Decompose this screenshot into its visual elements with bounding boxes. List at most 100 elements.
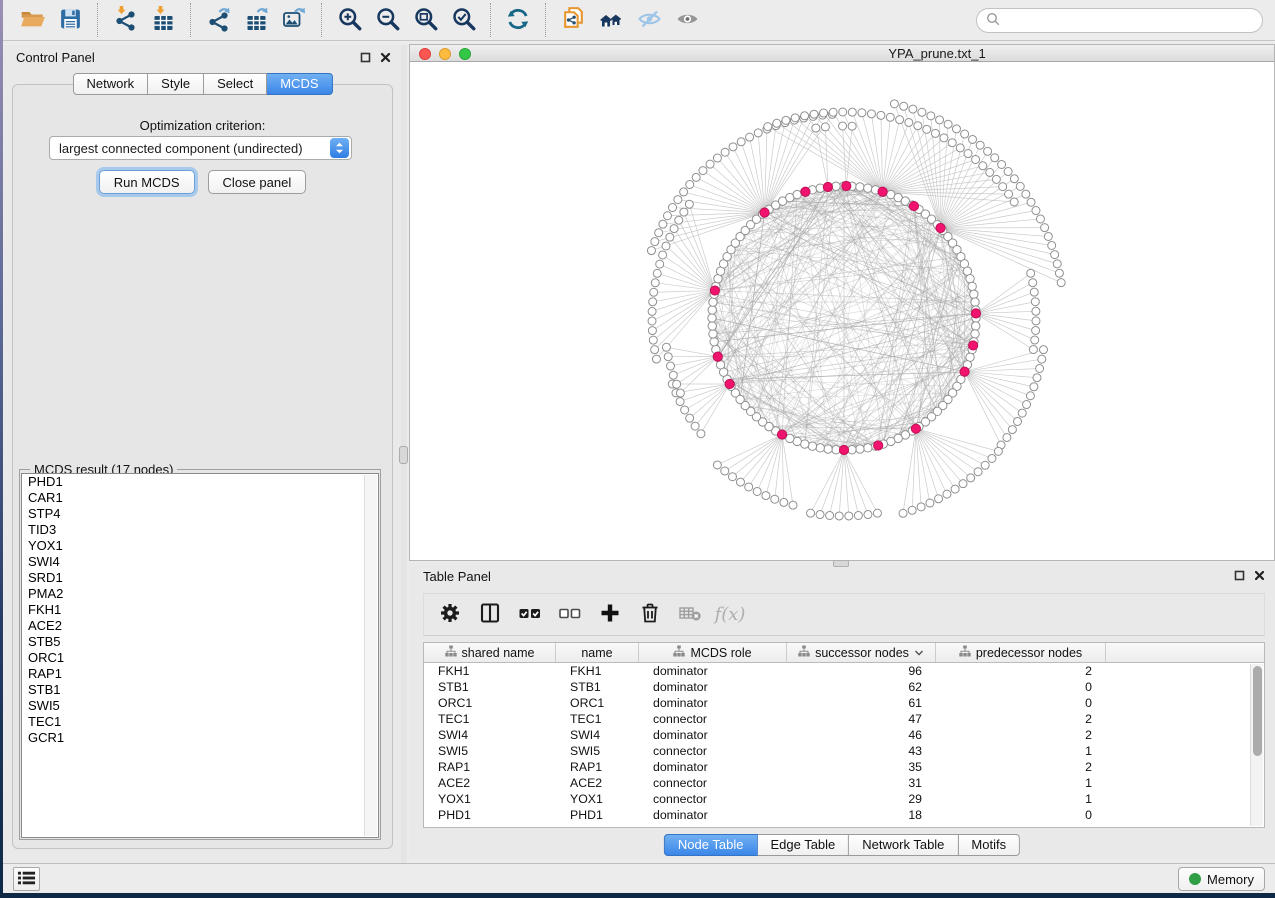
criterion-dropdown[interactable]: largest connected component (undirected) [49,136,352,160]
first-neighbors-icon [597,7,625,34]
mcds-result-item[interactable]: ORC1 [22,650,378,666]
mcds-result-item[interactable]: STB1 [22,682,378,698]
tab-select[interactable]: Select [204,73,267,95]
table-row[interactable]: PHD1PHD1dominator180 [424,807,1264,823]
horizontal-splitter-handle[interactable] [833,560,849,567]
mcds-result-item[interactable]: TID3 [22,522,378,538]
zoom-out-button[interactable] [368,3,406,37]
show-columns-button[interactable] [472,597,508,633]
table-cell: 1 [936,775,1106,791]
mcds-result-item[interactable]: PHD1 [22,474,378,490]
clear-checkboxes-button[interactable] [552,597,588,633]
select-all-checkboxes-button[interactable] [512,597,548,633]
network-canvas[interactable] [409,62,1275,561]
close-icon[interactable] [380,51,391,66]
maximize-traffic-light[interactable] [459,48,471,60]
table-cell: 2 [936,759,1106,775]
network-titlebar[interactable]: YPA_prune.txt_1 [409,44,1275,62]
table-tab-network-table[interactable]: Network Table [849,834,958,856]
tree-icon [959,645,971,660]
mcds-list-scrollbar[interactable] [364,475,377,836]
mcds-result-groupbox: MCDS result (17 nodes) PHD1CAR1STP4TID3Y… [19,469,381,840]
table-scrollbar-thumb[interactable] [1253,666,1262,756]
table-cell: 18 [787,807,936,823]
table-row[interactable]: YOX1YOX1connector291 [424,791,1264,807]
open-file-button[interactable] [13,3,51,37]
network-graph[interactable] [410,62,1275,560]
export-network-button[interactable] [199,3,237,37]
tree-icon [673,645,685,660]
search-input[interactable] [1005,13,1253,28]
table-row[interactable]: ORC1ORC1dominator610 [424,695,1264,711]
float-icon[interactable] [1234,569,1245,584]
column-header-predecessor-nodes[interactable]: predecessor nodes [936,643,1106,662]
mcds-result-item[interactable]: CAR1 [22,490,378,506]
tab-style[interactable]: Style [148,73,204,95]
table-row[interactable]: STB1STB1dominator620 [424,679,1264,695]
close-icon[interactable] [1254,569,1265,584]
save-session-icon [58,6,83,35]
mcds-result-item[interactable]: TEC1 [22,714,378,730]
export-image-button[interactable] [275,3,313,37]
table-row[interactable]: TEC1TEC1connector472 [424,711,1264,727]
column-header-successor-nodes[interactable]: successor nodes [787,643,936,662]
import-table-button[interactable] [144,3,182,37]
save-session-button[interactable] [51,3,89,37]
mcds-result-item[interactable]: GCR1 [22,730,378,746]
minimize-traffic-light[interactable] [439,48,451,60]
mcds-result-item[interactable]: RAP1 [22,666,378,682]
mcds-result-item[interactable]: FKH1 [22,602,378,618]
mcds-result-item[interactable]: SWI4 [22,554,378,570]
table-tab-edge-table[interactable]: Edge Table [757,834,849,856]
show-panels-button[interactable] [13,867,40,891]
duplicate-network-button[interactable] [554,3,592,37]
close-traffic-light[interactable] [419,48,431,60]
table-row[interactable]: ACE2ACE2connector311 [424,775,1264,791]
zoom-fit-icon [413,6,438,34]
table-scrollbar[interactable] [1250,664,1263,826]
table-cell: TEC1 [424,711,556,727]
table-row[interactable]: SWI4SWI4dominator462 [424,727,1264,743]
table-tab-node-table[interactable]: Node Table [664,834,758,856]
mcds-result-item[interactable]: SRD1 [22,570,378,586]
table-row[interactable]: RAP1RAP1dominator352 [424,759,1264,775]
mcds-result-item[interactable]: STB5 [22,634,378,650]
hide-selected-button[interactable] [630,3,668,37]
table-cell: SWI4 [556,727,639,743]
mcds-panel: Optimization criterion: largest connecte… [12,84,393,849]
mcds-result-item[interactable]: YOX1 [22,538,378,554]
import-network-button[interactable] [106,3,144,37]
table-row[interactable]: FKH1FKH1dominator962 [424,663,1264,679]
table-cell: 0 [936,807,1106,823]
mcds-result-item[interactable]: ACE2 [22,618,378,634]
tab-network[interactable]: Network [72,73,148,95]
first-neighbors-button[interactable] [592,3,630,37]
mcds-result-item[interactable]: SWI5 [22,698,378,714]
zoom-fit-button[interactable] [406,3,444,37]
close-panel-button[interactable]: Close panel [208,170,307,194]
column-header-shared-name[interactable]: shared name [424,643,556,662]
run-mcds-button[interactable]: Run MCDS [99,170,195,194]
delete-column-button[interactable] [632,597,668,633]
table-cell: PHD1 [556,807,639,823]
export-table-button[interactable] [237,3,275,37]
memory-button[interactable]: Memory [1178,867,1265,891]
zoom-in-button[interactable] [330,3,368,37]
show-all-button[interactable] [668,3,706,37]
table-cell: connector [639,775,787,791]
search-field[interactable] [976,8,1263,33]
refresh-button[interactable] [499,3,537,37]
column-header-name[interactable]: name [556,643,639,662]
table-tab-motifs[interactable]: Motifs [958,834,1020,856]
tab-mcds[interactable]: MCDS [267,73,332,95]
mcds-result-item[interactable]: PMA2 [22,586,378,602]
zoom-selected-button[interactable] [444,3,482,37]
settings-gear-button[interactable] [432,597,468,633]
add-column-button[interactable] [592,597,628,633]
mcds-result-list[interactable]: PHD1CAR1STP4TID3YOX1SWI4SRD1PMA2FKH1ACE2… [21,473,379,838]
mcds-result-item[interactable]: STP4 [22,506,378,522]
column-header-MCDS-role[interactable]: MCDS role [639,643,787,662]
table-row[interactable]: SWI5SWI5connector431 [424,743,1264,759]
table-cell: 29 [787,791,936,807]
float-icon[interactable] [360,51,371,66]
